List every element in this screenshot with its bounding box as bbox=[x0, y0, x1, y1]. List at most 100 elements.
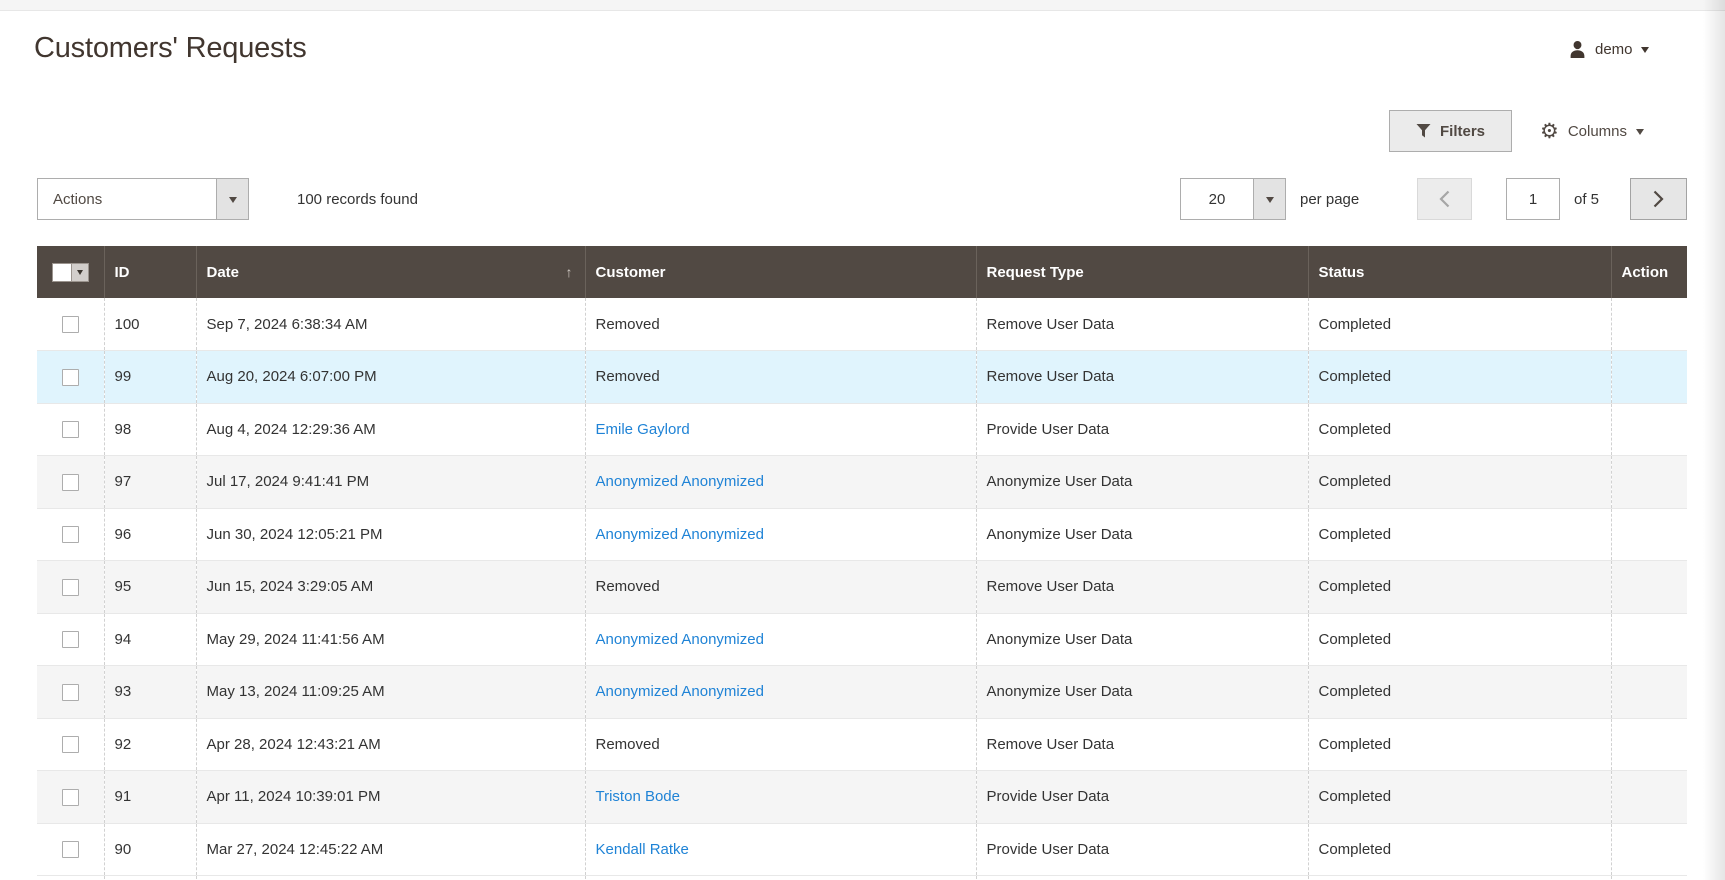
select-all-checkbox[interactable] bbox=[53, 264, 71, 281]
sort-ascending-icon: ↑ bbox=[566, 264, 573, 280]
table-row: 91 Apr 11, 2024 10:39:01 PM Triston Bode… bbox=[37, 771, 1687, 824]
column-header-customer[interactable]: Customer bbox=[585, 246, 976, 298]
page-title: Customers' Requests bbox=[34, 32, 307, 65]
table-row: 100 Sep 7, 2024 6:38:34 AM Removed Remov… bbox=[37, 298, 1687, 351]
cell-request-type: Provide User Data bbox=[976, 823, 1308, 876]
per-page-label: per page bbox=[1300, 178, 1359, 220]
cell-request-type: Remove User Data bbox=[976, 298, 1308, 351]
cell-request-type: Remove User Data bbox=[976, 718, 1308, 771]
filters-label: Filters bbox=[1440, 123, 1485, 140]
select-all-control[interactable] bbox=[52, 263, 89, 282]
customer-value[interactable]: Triston Bode bbox=[596, 788, 681, 805]
cell-checkbox bbox=[37, 456, 104, 509]
table-row: 92 Apr 28, 2024 12:43:21 AM Removed Remo… bbox=[37, 718, 1687, 771]
cell-date: Apr 28, 2024 12:43:21 AM bbox=[196, 718, 585, 771]
column-header-date[interactable]: Date ↑ bbox=[196, 246, 585, 298]
actions-dropdown-value: Actions bbox=[38, 179, 216, 219]
page-number-input[interactable] bbox=[1506, 178, 1560, 220]
row-checkbox[interactable] bbox=[62, 684, 79, 701]
cell-customer: Removed bbox=[585, 561, 976, 614]
cell-checkbox bbox=[37, 613, 104, 666]
customer-value[interactable]: Anonymized Anonymized bbox=[596, 526, 764, 543]
row-checkbox[interactable] bbox=[62, 421, 79, 438]
cell-action bbox=[1611, 876, 1687, 880]
cell-customer: Removed bbox=[585, 718, 976, 771]
chevron-down-icon bbox=[1636, 129, 1644, 139]
per-page-dropdown-arrow[interactable] bbox=[1253, 179, 1285, 219]
grid-header-row: ID Date ↑ Customer Request Type Status A… bbox=[37, 246, 1687, 298]
per-page-dropdown[interactable]: 20 bbox=[1180, 178, 1286, 220]
customer-value[interactable]: Emile Gaylord bbox=[596, 421, 690, 438]
select-all-header[interactable] bbox=[37, 246, 104, 298]
actions-dropdown[interactable]: Actions bbox=[37, 178, 249, 220]
cell-status: Completed bbox=[1308, 718, 1611, 771]
cell-action bbox=[1611, 508, 1687, 561]
customer-value[interactable]: Kendall Ratke bbox=[596, 841, 689, 858]
cell-date: Jul 17, 2024 9:41:41 PM bbox=[196, 456, 585, 509]
table-row bbox=[37, 876, 1687, 880]
row-checkbox[interactable] bbox=[62, 631, 79, 648]
cell-request-type: Provide User Data bbox=[976, 771, 1308, 824]
next-page-button[interactable] bbox=[1630, 178, 1687, 220]
cell-status: Completed bbox=[1308, 771, 1611, 824]
row-checkbox[interactable] bbox=[62, 841, 79, 858]
customer-value[interactable]: Anonymized Anonymized bbox=[596, 473, 764, 490]
customer-value: Removed bbox=[596, 316, 660, 333]
cell-request-type: Anonymize User Data bbox=[976, 666, 1308, 719]
filter-funnel-icon bbox=[1416, 124, 1431, 138]
row-checkbox[interactable] bbox=[62, 579, 79, 596]
cell-request-type bbox=[976, 876, 1308, 880]
cell-status: Completed bbox=[1308, 298, 1611, 351]
cell-customer: Emile Gaylord bbox=[585, 403, 976, 456]
cell-id: 96 bbox=[104, 508, 196, 561]
cell-date: May 29, 2024 11:41:56 AM bbox=[196, 613, 585, 666]
user-menu[interactable]: demo bbox=[1568, 36, 1649, 62]
chevron-left-icon bbox=[1438, 189, 1451, 209]
cell-id: 94 bbox=[104, 613, 196, 666]
right-edge-shadow bbox=[1703, 0, 1725, 880]
cell-date: Aug 4, 2024 12:29:36 AM bbox=[196, 403, 585, 456]
cell-checkbox bbox=[37, 771, 104, 824]
row-checkbox[interactable] bbox=[62, 369, 79, 386]
cell-date: Mar 27, 2024 12:45:22 AM bbox=[196, 823, 585, 876]
chevron-down-icon bbox=[77, 270, 83, 278]
chevron-right-icon bbox=[1652, 189, 1665, 209]
table-row: 98 Aug 4, 2024 12:29:36 AM Emile Gaylord… bbox=[37, 403, 1687, 456]
customer-value[interactable]: Anonymized Anonymized bbox=[596, 631, 764, 648]
cell-checkbox bbox=[37, 823, 104, 876]
row-checkbox[interactable] bbox=[62, 474, 79, 491]
cell-id: 99 bbox=[104, 351, 196, 404]
columns-button[interactable]: ⚙ Columns bbox=[1540, 110, 1644, 152]
cell-action bbox=[1611, 666, 1687, 719]
cell-action bbox=[1611, 456, 1687, 509]
cell-action bbox=[1611, 351, 1687, 404]
cell-checkbox bbox=[37, 876, 104, 880]
actions-dropdown-arrow[interactable] bbox=[216, 179, 248, 219]
cell-status: Completed bbox=[1308, 613, 1611, 666]
total-pages-label: of 5 bbox=[1574, 178, 1599, 220]
chevron-down-icon bbox=[1266, 197, 1274, 207]
column-header-id[interactable]: ID bbox=[104, 246, 196, 298]
cell-customer: Anonymized Anonymized bbox=[585, 456, 976, 509]
cell-id: 98 bbox=[104, 403, 196, 456]
row-checkbox[interactable] bbox=[62, 736, 79, 753]
cell-status: Completed bbox=[1308, 561, 1611, 614]
column-header-status[interactable]: Status bbox=[1308, 246, 1611, 298]
previous-page-button[interactable] bbox=[1417, 178, 1472, 220]
row-checkbox[interactable] bbox=[62, 526, 79, 543]
cell-status bbox=[1308, 876, 1611, 880]
customer-value: Removed bbox=[596, 578, 660, 595]
select-all-dropdown[interactable] bbox=[71, 264, 88, 281]
cell-id: 95 bbox=[104, 561, 196, 614]
cell-status: Completed bbox=[1308, 456, 1611, 509]
row-checkbox[interactable] bbox=[62, 789, 79, 806]
cell-request-type: Anonymize User Data bbox=[976, 508, 1308, 561]
cell-checkbox bbox=[37, 298, 104, 351]
filters-button[interactable]: Filters bbox=[1389, 110, 1512, 152]
column-header-request-type[interactable]: Request Type bbox=[976, 246, 1308, 298]
column-header-action[interactable]: Action bbox=[1611, 246, 1687, 298]
customer-value[interactable]: Anonymized Anonymized bbox=[596, 683, 764, 700]
cell-customer: Anonymized Anonymized bbox=[585, 613, 976, 666]
cell-date: Apr 11, 2024 10:39:01 PM bbox=[196, 771, 585, 824]
row-checkbox[interactable] bbox=[62, 316, 79, 333]
